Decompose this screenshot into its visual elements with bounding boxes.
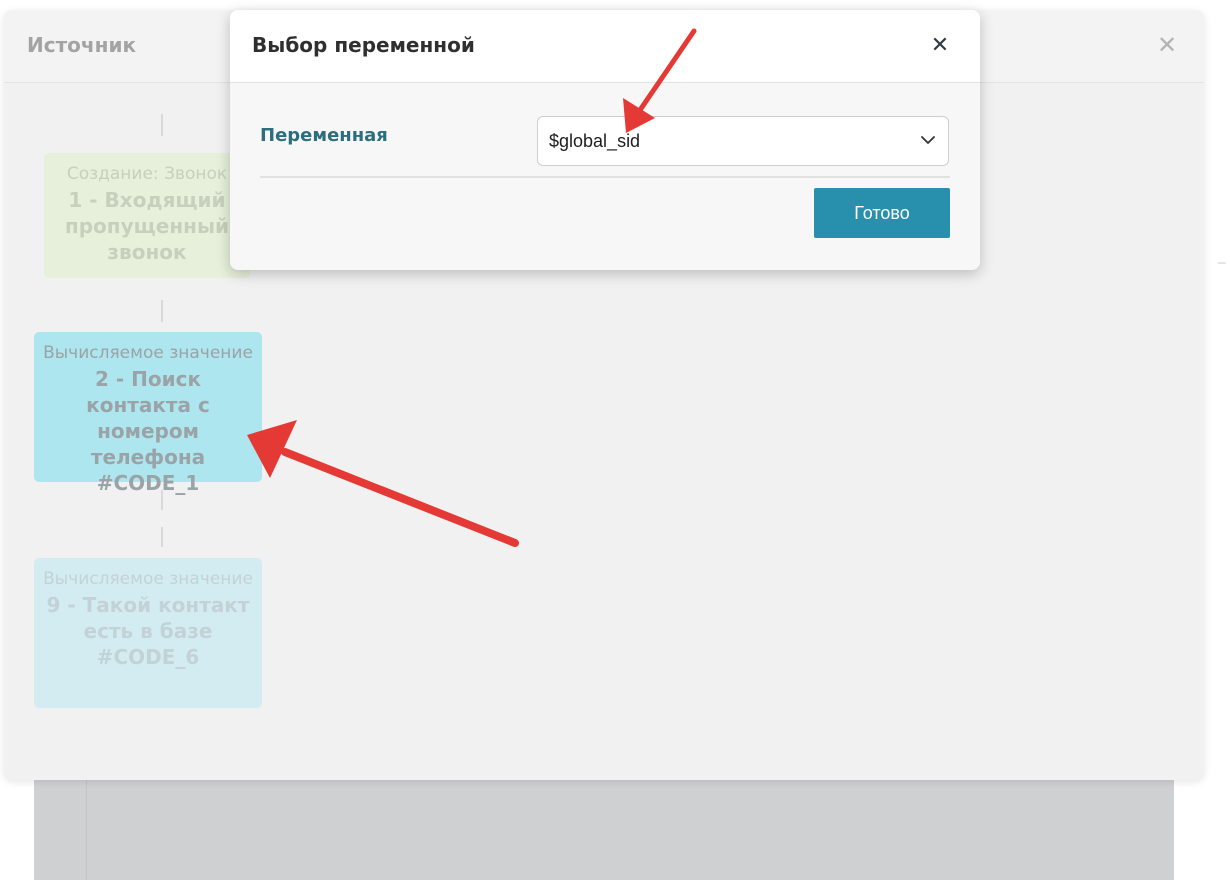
background-divider xyxy=(86,770,87,880)
variable-select-modal: Выбор переменной ✕ Переменная $global_si… xyxy=(230,10,980,270)
edge-mark xyxy=(1218,262,1226,264)
modal-title: Выбор переменной xyxy=(252,33,475,57)
flow-node-name: 9 - Такой контакт есть в базе #CODE_6 xyxy=(46,593,250,669)
flow-connector xyxy=(161,114,163,136)
modal-divider xyxy=(260,176,950,178)
flow-node-type: Вычисляемое значение xyxy=(43,569,253,589)
close-icon[interactable]: ✕ xyxy=(1156,33,1178,57)
modal-header: Выбор переменной ✕ xyxy=(230,10,980,83)
variable-select[interactable]: $global_sid xyxy=(537,116,949,166)
background-panel xyxy=(34,770,1174,880)
variable-label: Переменная xyxy=(260,125,388,146)
flow-node-type: Создание: Звонок xyxy=(66,164,228,184)
source-dialog-title: Источник xyxy=(27,33,137,57)
chevron-down-icon xyxy=(921,136,935,144)
flow-connector xyxy=(161,527,163,547)
flow-node-1[interactable]: Создание: Звонок 1 - Входящий пропущенны… xyxy=(44,153,250,278)
flow-node-3[interactable]: Вычисляемое значение 9 - Такой контакт е… xyxy=(34,558,262,708)
close-icon[interactable]: ✕ xyxy=(930,35,950,57)
flow-node-name: 1 - Входящий пропущенный звонок xyxy=(64,188,230,264)
flow-node-2[interactable]: Вычисляемое значение 2 - Поиск контакта … xyxy=(34,332,262,495)
flow-connector xyxy=(161,490,163,510)
flow-node-name: 2 - Поиск контакта с номером телефона #C… xyxy=(86,367,210,495)
flow-node-type: Вычисляемое значение xyxy=(43,343,253,363)
flow-connector xyxy=(161,300,163,322)
done-button[interactable]: Готово xyxy=(814,188,950,238)
variable-select-value: $global_sid xyxy=(549,131,641,151)
